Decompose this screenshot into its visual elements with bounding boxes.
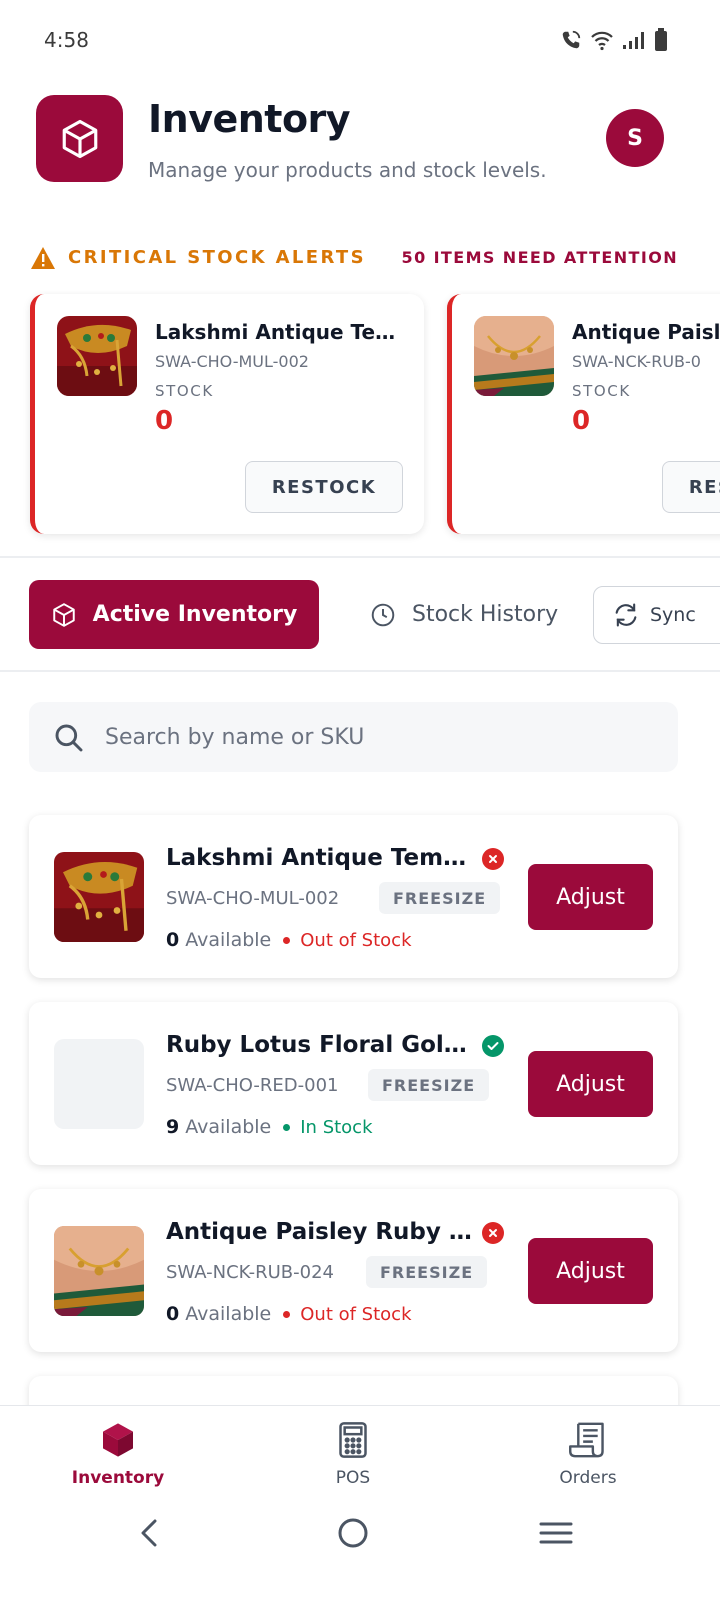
size-badge: FREESIZE xyxy=(366,1256,488,1288)
product-image xyxy=(54,852,144,942)
product-image xyxy=(54,1226,144,1316)
battery-icon xyxy=(655,28,667,51)
alerts-carousel[interactable]: Lakshmi Antique Tem... SWA-CHO-MUL-002 S… xyxy=(0,290,720,545)
tab-stock-history[interactable]: Stock History xyxy=(370,580,558,649)
clock-icon xyxy=(371,603,395,626)
size-badge: FREESIZE xyxy=(368,1069,490,1101)
product-card[interactable]: Antique Paisley Ruby S... SWA-NCK-RUB-02… xyxy=(29,1189,678,1352)
product-name: Ruby Lotus Floral Gold ... xyxy=(166,1032,476,1058)
alerts-count[interactable]: 50 ITEMS NEED ATTENTION xyxy=(402,248,678,267)
product-image xyxy=(474,316,554,396)
alert-stock-value: 0 xyxy=(572,406,591,436)
stock-status: Out of Stock xyxy=(300,1303,412,1325)
available-count: 0 xyxy=(166,1303,180,1325)
available-label: Available xyxy=(185,1116,272,1138)
nav-item-pos[interactable]: POS xyxy=(283,1420,423,1500)
restock-button[interactable]: RESTOCK xyxy=(662,461,720,513)
page-subtitle: Manage your products and stock levels. xyxy=(148,158,547,182)
nav-label: POS xyxy=(335,1468,371,1488)
calculator-icon xyxy=(339,1422,367,1458)
search-icon xyxy=(55,724,83,752)
page-header: Inventory Manage your products and stock… xyxy=(36,95,684,195)
recents-icon[interactable] xyxy=(536,1513,576,1553)
status-dot xyxy=(283,1123,291,1131)
product-name: Antique Paisley Ruby S... xyxy=(166,1219,476,1245)
restock-button[interactable]: RESTOCK xyxy=(245,461,403,513)
product-card[interactable]: Lakshmi Antique Templ... SWA-CHO-MUL-002… xyxy=(29,815,678,978)
status-time: 4:58 xyxy=(44,28,89,52)
receipt-icon xyxy=(569,1422,604,1458)
available-count: 0 xyxy=(166,929,180,951)
alert-card[interactable]: Lakshmi Antique Tem... SWA-CHO-MUL-002 S… xyxy=(30,294,424,534)
nav-label: Orders xyxy=(559,1468,617,1488)
nav-item-inventory[interactable]: Inventory xyxy=(48,1420,188,1500)
alert-product-sku: SWA-NCK-RUB-0 xyxy=(572,352,701,371)
status-bar: 4:58 xyxy=(0,0,720,80)
product-card[interactable]: Ruby Lotus Floral Gold ... SWA-CHO-RED-0… xyxy=(29,1002,678,1165)
size-badge: FREESIZE xyxy=(379,882,501,914)
available-label: Available xyxy=(185,1303,272,1325)
tab-active-inventory[interactable]: Active Inventory xyxy=(29,580,319,649)
nav-item-orders[interactable]: Orders xyxy=(518,1420,658,1500)
app-logo xyxy=(36,95,123,182)
inventory-tabs: Active Inventory Stock History Sync xyxy=(0,580,720,652)
page-title: Inventory xyxy=(148,97,351,141)
alert-product-sku: SWA-CHO-MUL-002 xyxy=(155,352,309,371)
search-bar xyxy=(29,702,678,772)
available-count: 9 xyxy=(166,1116,180,1138)
divider xyxy=(0,670,720,672)
wifi-icon xyxy=(591,31,613,51)
availability-row: 0 Available Out of Stock xyxy=(166,1303,412,1325)
bottom-nav: Inventory POS Orders xyxy=(0,1405,720,1505)
available-label: Available xyxy=(185,929,272,951)
alert-stock-label: STOCK xyxy=(572,382,631,400)
out-of-stock-icon xyxy=(482,1222,504,1244)
nav-label: Inventory xyxy=(71,1468,165,1488)
product-sku: SWA-CHO-MUL-002 xyxy=(166,888,340,909)
alert-stock-label: STOCK xyxy=(155,382,214,400)
alert-product-name: Lakshmi Antique Tem... xyxy=(155,320,405,344)
availability-row: 9 Available In Stock xyxy=(166,1116,373,1138)
divider xyxy=(0,556,720,558)
search-input[interactable] xyxy=(105,702,645,772)
alert-stock-value: 0 xyxy=(155,406,174,436)
refresh-icon xyxy=(615,603,637,627)
product-image-placeholder xyxy=(54,1039,144,1129)
warning-icon xyxy=(31,247,55,269)
alert-product-name: Antique Paisl xyxy=(572,320,720,344)
alert-card[interactable]: Antique Paisl SWA-NCK-RUB-0 STOCK 0 REST… xyxy=(447,294,720,534)
back-icon[interactable] xyxy=(133,1513,165,1553)
product-sku: SWA-CHO-RED-001 xyxy=(166,1075,339,1096)
box-icon xyxy=(103,1423,133,1457)
product-image xyxy=(57,316,137,396)
status-dot xyxy=(283,1310,291,1318)
stock-status: Out of Stock xyxy=(300,929,412,951)
box-icon xyxy=(62,119,97,158)
out-of-stock-icon xyxy=(482,848,504,870)
avatar[interactable]: S xyxy=(606,109,664,167)
system-nav-bar xyxy=(0,1505,720,1600)
home-icon[interactable] xyxy=(333,1513,373,1553)
signal-icon xyxy=(623,32,644,49)
call-icon xyxy=(562,30,581,49)
stock-status: In Stock xyxy=(300,1116,373,1138)
sync-label: Sync xyxy=(650,604,696,626)
box-icon xyxy=(52,602,75,627)
adjust-button[interactable]: Adjust xyxy=(528,1051,653,1117)
status-dot xyxy=(283,936,291,944)
product-name: Lakshmi Antique Templ... xyxy=(166,845,476,871)
tab-label: Stock History xyxy=(412,602,559,627)
adjust-button[interactable]: Adjust xyxy=(528,864,653,930)
in-stock-icon xyxy=(482,1035,504,1057)
sync-button[interactable]: Sync xyxy=(593,586,720,644)
product-sku: SWA-NCK-RUB-024 xyxy=(166,1262,334,1283)
status-icons xyxy=(560,28,668,52)
availability-row: 0 Available Out of Stock xyxy=(166,929,412,951)
adjust-button[interactable]: Adjust xyxy=(528,1238,653,1304)
alerts-title: CRITICAL STOCK ALERTS xyxy=(68,247,366,268)
alerts-header: CRITICAL STOCK ALERTS 50 ITEMS NEED ATTE… xyxy=(30,244,680,274)
tab-label: Active Inventory xyxy=(92,602,298,627)
